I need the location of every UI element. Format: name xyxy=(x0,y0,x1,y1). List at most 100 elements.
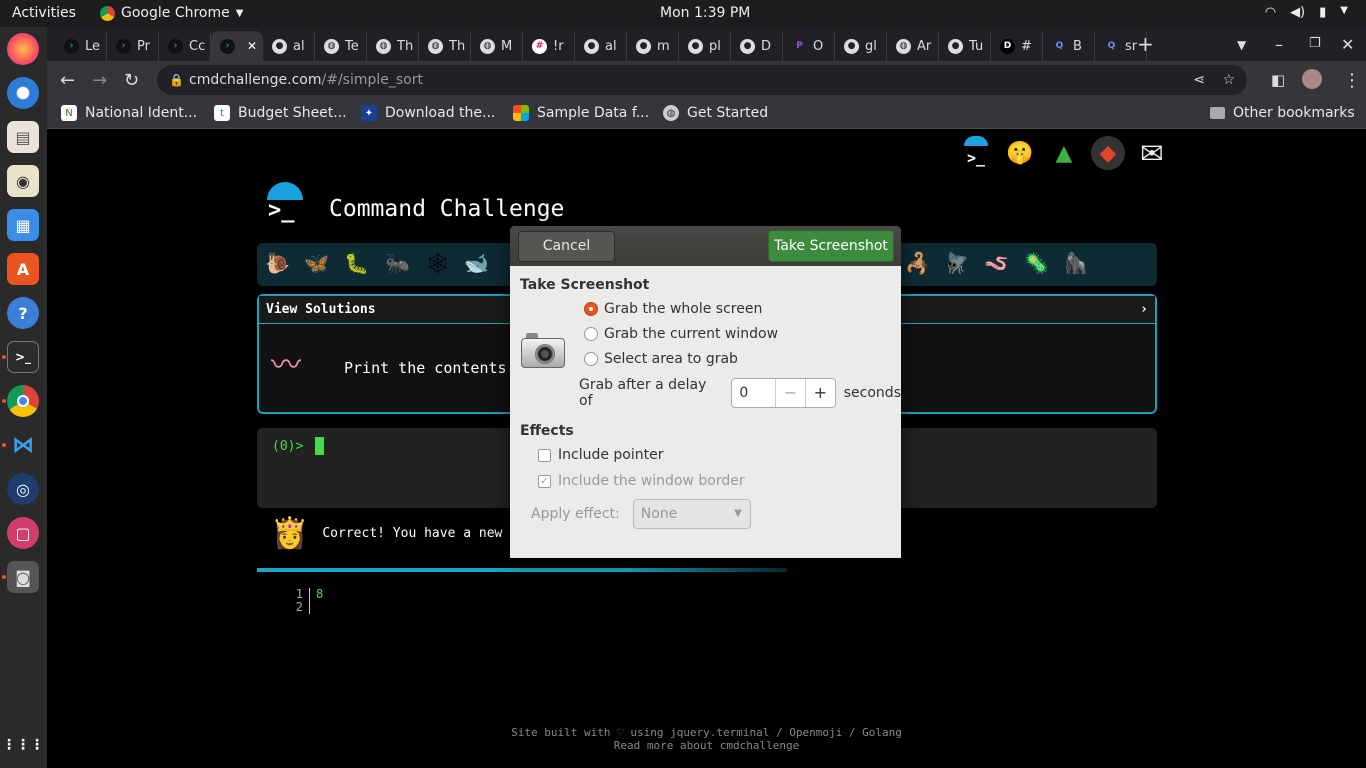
other-bookmarks[interactable]: Other bookmarks xyxy=(1210,105,1355,121)
scorpion-icon[interactable]: 🦂 xyxy=(905,251,930,275)
tab-label: Th xyxy=(397,38,414,54)
tab-13[interactable]: ● D xyxy=(731,31,783,61)
bookmark-sample-data[interactable]: Sample Data f... xyxy=(513,105,649,121)
tab-14[interactable]: PO xyxy=(783,31,835,61)
output-line: 8 xyxy=(316,587,324,601)
cmdchallenge-icon[interactable]: >_ xyxy=(959,136,993,170)
bookmark-label: National Ident... xyxy=(85,105,198,121)
tab-8[interactable]: ◍ M xyxy=(471,31,523,61)
microbe-icon[interactable]: 🦠 xyxy=(1024,251,1049,275)
fly-icon[interactable]: 🪰 xyxy=(944,251,969,275)
chrome-dock-icon[interactable] xyxy=(7,385,39,417)
include-border-checkbox[interactable]: ✓ Include the window border xyxy=(538,473,745,489)
thunderbird-icon[interactable] xyxy=(7,77,39,109)
delay-value[interactable]: 0 xyxy=(732,379,774,407)
radio-whole-screen[interactable]: Grab the whole screen xyxy=(584,301,762,317)
microsoft-icon xyxy=(513,105,529,121)
gitlab-icon[interactable]: ◆ xyxy=(1091,136,1125,170)
kebab-menu-icon[interactable]: ⋮ xyxy=(1343,70,1361,91)
tab-15[interactable]: ● gl xyxy=(835,31,887,61)
tab-4[interactable]: ● al xyxy=(263,31,315,61)
decrement-button[interactable]: − xyxy=(774,379,805,407)
tab-7[interactable]: ◍ Th xyxy=(419,31,471,61)
show-applications-icon[interactable]: ⋮⋮⋮ xyxy=(2,729,44,761)
close-tab-icon[interactable]: ✕ xyxy=(247,39,257,53)
caterpillar-icon[interactable]: 🐛 xyxy=(344,251,369,275)
tab-16[interactable]: ◍ Ar xyxy=(887,31,939,61)
close-window-button[interactable]: ✕ xyxy=(1341,35,1354,54)
tab-0[interactable]: › Le xyxy=(55,31,107,61)
snail-icon[interactable]: 🐌 xyxy=(265,251,290,275)
files-icon[interactable]: ▤ xyxy=(7,121,39,153)
radio-current-window[interactable]: Grab the current window xyxy=(584,326,778,342)
include-pointer-checkbox[interactable]: Include pointer xyxy=(538,447,664,463)
tab-12[interactable]: ● pl xyxy=(679,31,731,61)
new-tab-button[interactable]: + xyxy=(1137,32,1154,56)
gorilla-icon[interactable]: 🦍 xyxy=(1063,251,1088,275)
mail-icon[interactable]: ✉ xyxy=(1135,136,1169,170)
bookmark-national-ident[interactable]: N National Ident... xyxy=(61,105,197,121)
tab-6[interactable]: ◍ Th xyxy=(367,31,419,61)
clock[interactable]: Mon 1:39 PM xyxy=(660,5,750,21)
tab-5[interactable]: ◍ Te xyxy=(315,31,367,61)
app-red-icon[interactable]: ▢ xyxy=(7,517,39,549)
chrome-center-icon xyxy=(17,395,29,407)
apply-effect-label: Apply effect: xyxy=(531,506,620,522)
side-panel-icon[interactable]: ◧ xyxy=(1271,71,1285,89)
tab-10[interactable]: ● al xyxy=(575,31,627,61)
shush-face-icon[interactable]: 🤫 xyxy=(1003,136,1037,170)
tab-1[interactable]: › Pr xyxy=(107,31,159,61)
tab-19[interactable]: QB xyxy=(1043,31,1095,61)
remote-desktop-icon[interactable]: ◎ xyxy=(7,473,39,505)
increment-button[interactable]: + xyxy=(804,379,835,407)
maximize-button[interactable]: ❐ xyxy=(1309,36,1321,51)
rhythmbox-icon[interactable]: ◉ xyxy=(7,165,39,197)
tree-icon[interactable]: ▲ xyxy=(1047,136,1081,170)
delay-row: Grab after a delay of 0 − + seconds xyxy=(579,377,901,409)
vscode-icon[interactable]: ⋈ xyxy=(7,429,39,461)
software-icon[interactable]: A xyxy=(7,253,39,285)
terminal-icon[interactable]: >_ xyxy=(7,341,39,373)
bookmark-download-the[interactable]: ✦ Download the... xyxy=(361,105,495,121)
bookmark-get-started[interactable]: ◍ Get Started xyxy=(663,105,768,121)
screenshot-dock-icon[interactable]: ◙ xyxy=(7,561,39,593)
share-icon[interactable]: ⋖ xyxy=(1193,65,1205,95)
reload-button[interactable]: ↻ xyxy=(124,70,139,91)
libreoffice-writer-icon[interactable]: ▦ xyxy=(7,209,39,241)
cmdchallenge-prompt: >_ xyxy=(966,149,986,167)
whale-icon[interactable]: 🐋 xyxy=(464,251,489,275)
tab-3[interactable]: › ✕ xyxy=(211,31,263,61)
tab-17[interactable]: ● Tu xyxy=(939,31,991,61)
minimize-button[interactable]: – xyxy=(1275,35,1283,54)
profile-avatar[interactable] xyxy=(1302,69,1322,89)
radio-label: Select area to grab xyxy=(604,351,738,367)
site-logo[interactable]: >_ xyxy=(263,182,307,226)
footer-about-link[interactable]: Read more about cmdchallenge xyxy=(47,739,1366,752)
p-icon: P xyxy=(792,38,807,54)
app-menu[interactable]: Google Chrome ▼ xyxy=(100,5,243,21)
tab-11[interactable]: ● m xyxy=(627,31,679,61)
tab-18[interactable]: D # xyxy=(991,31,1043,61)
tab-9[interactable]: # !r xyxy=(523,31,575,61)
bookmark-budget-sheet[interactable]: t Budget Sheet... xyxy=(214,105,347,121)
worm-icon[interactable]: 🪱 xyxy=(984,251,1009,275)
delay-spinbutton[interactable]: 0 − + xyxy=(731,378,836,408)
firefox-icon[interactable] xyxy=(7,33,39,65)
spiderweb-icon[interactable]: 🕸 xyxy=(425,251,450,275)
ant-icon[interactable]: 🐜 xyxy=(385,251,410,275)
radio-select-area[interactable]: Select area to grab xyxy=(584,351,738,367)
tab-search-button[interactable]: ▼ xyxy=(1237,38,1246,52)
address-bar[interactable]: 🔒 cmdchallenge.com/#/simple_sort ⋖ ☆ xyxy=(157,65,1247,95)
bookmark-star-icon[interactable]: ☆ xyxy=(1222,65,1235,95)
help-icon[interactable]: ? xyxy=(7,297,39,329)
forward-button[interactable]: → xyxy=(92,70,107,91)
cancel-button[interactable]: Cancel xyxy=(518,231,615,262)
system-menu[interactable]: ◠ ◀) ▮ ▼ xyxy=(1265,5,1348,20)
effect-select[interactable]: None ▼ xyxy=(632,499,751,529)
back-button[interactable]: ← xyxy=(60,70,75,91)
take-screenshot-button[interactable]: Take Screenshot xyxy=(768,230,894,262)
camera-icon xyxy=(521,332,565,370)
tab-2[interactable]: › Cc xyxy=(159,31,211,61)
activities-button[interactable]: Activities xyxy=(12,5,76,21)
butterfly-icon[interactable]: 🦋 xyxy=(304,251,329,275)
